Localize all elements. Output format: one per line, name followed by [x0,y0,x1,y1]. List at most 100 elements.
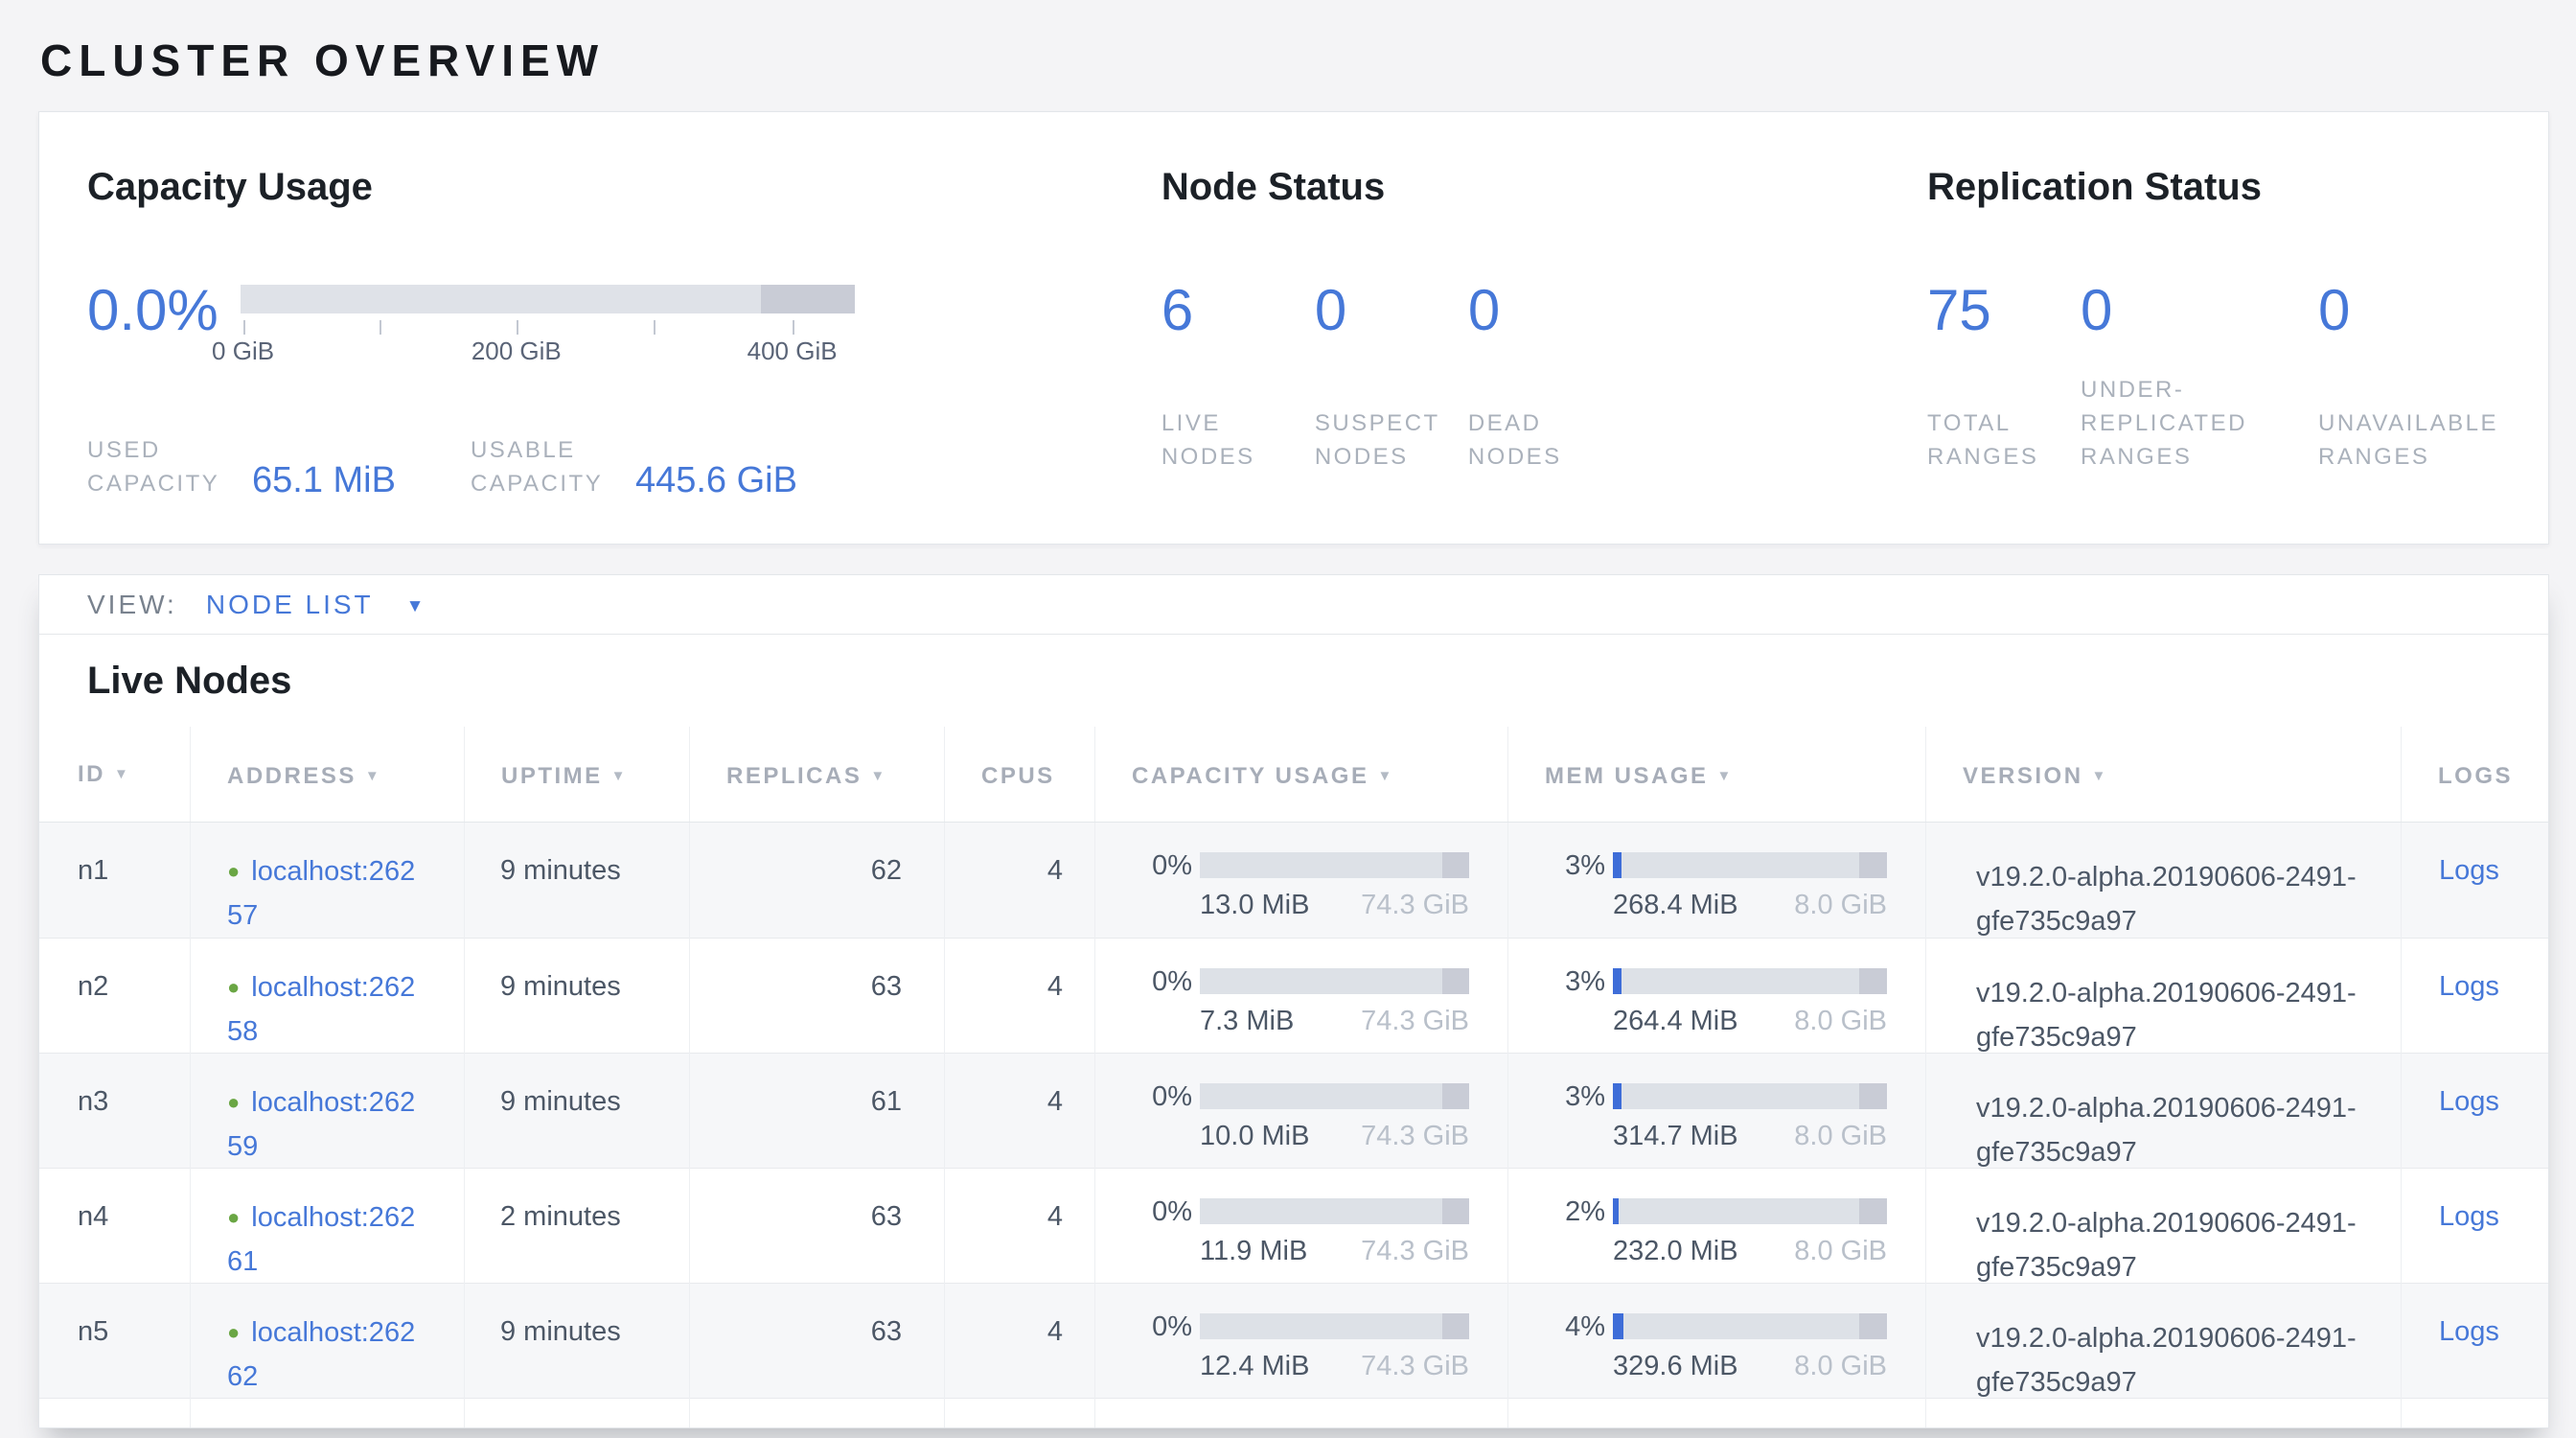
dead-nodes-label: DEAD NODES [1468,406,1612,474]
under-replicated-ranges-count: 0 [2081,281,2318,340]
column-header-id[interactable]: ID▼ [39,727,190,822]
usable-capacity-stat: USABLE CAPACITY 445.6 GiB [471,433,797,500]
logs-link[interactable]: Logs [2439,1316,2499,1347]
capacity-usage-section: Capacity Usage 0.0% 0 GiB200 GiB400 GiB … [87,166,1162,544]
node-id-cell: n4 [39,1169,190,1289]
unavailable-ranges-count: 0 [2318,281,2548,340]
node-id-cell: n3 [39,1054,190,1174]
mem-usage-cell: 3%314.7 MiB8.0 GiB [1507,1054,1925,1174]
unavailable-ranges-stat: 0 UNAVAILABLE RANGES [2318,281,2548,474]
usage-percent: 0% [1095,1080,1192,1113]
usage-total-value: 74.3 GiB [1361,1121,1469,1152]
usage-total-value: 8.0 GiB [1794,1351,1887,1382]
node-version-cell: v19.2.0-alpha.20190606-2491-gfe735c9a97 [1925,823,2401,943]
node-status-title: Node Status [1162,166,1927,208]
sort-arrow-icon: ▼ [1377,768,1393,784]
node-version-cell: v19.2.0-alpha.20190606-2491-gfe735c9a97 [1925,939,2401,1059]
node-replicas-cell: 62 [689,823,944,943]
usage-bar [1613,968,1887,994]
node-address-cell: ●localhost:26259 [190,1054,464,1174]
page-title: CLUSTER OVERVIEW [40,35,2538,86]
usage-total-value: 74.3 GiB [1361,890,1469,921]
node-logs-cell: Logs [2401,1169,2550,1289]
capacity-axis-ticks [241,313,855,336]
table-row: n4●localhost:262612 minutes6340%11.9 MiB… [39,1168,2548,1283]
table-row: n5●localhost:262629 minutes6340%12.4 MiB… [39,1283,2548,1398]
node-replicas-cell: 63 [689,1284,944,1404]
usage-percent: 3% [1508,965,1605,998]
usage-used-value: 12.4 MiB [1200,1351,1309,1382]
node-uptime-cell: 2 minutes [464,1169,689,1289]
node-address-cell: ●localhost:26261 [190,1169,464,1289]
column-header-uptime[interactable]: UPTIME▼ [464,727,689,822]
sort-arrow-icon: ▼ [365,768,381,784]
usage-bar [1613,852,1887,878]
unavailable-ranges-label: UNAVAILABLE RANGES [2318,406,2525,474]
node-address-link[interactable]: localhost:26262 [227,1317,415,1392]
suspect-nodes-stat: 0 SUSPECT NODES [1315,281,1468,474]
dead-nodes-stat: 0 DEAD NODES [1468,281,1622,474]
column-header-capacity-usage[interactable]: CAPACITY USAGE▼ [1094,727,1507,822]
column-header-replicas[interactable]: REPLICAS▼ [689,727,944,822]
column-header-mem-usage[interactable]: MEM USAGE▼ [1507,727,1925,822]
table-row: n2●localhost:262589 minutes6340%7.3 MiB7… [39,938,2548,1053]
usage-bar-reserved-segment [1859,1198,1887,1224]
usage-used-value: 7.3 MiB [1200,1006,1294,1037]
logs-link[interactable]: Logs [2439,855,2499,886]
usage-percent: 3% [1508,849,1605,882]
mem-usage-cell: 4%329.6 MiB8.0 GiB [1507,1284,1925,1404]
capacity-bar-area: 0 GiB200 GiB400 GiB [241,285,855,367]
logs-link[interactable]: Logs [2439,971,2499,1002]
usage-used-value: 10.0 MiB [1200,1121,1309,1152]
usage-bar-fill [1613,968,1622,994]
dead-nodes-count: 0 [1468,281,1622,340]
node-address-link[interactable]: localhost:26257 [227,856,415,931]
node-cpus-cell: 4 [944,939,1094,1059]
node-address-link[interactable]: localhost:26258 [227,972,415,1047]
capacity-usage-cell: 0% 10.0 MiB 74.3 GiB [1094,1054,1507,1174]
usage-percent: 0% [1095,1195,1192,1228]
usage-percent: 4% [1508,1310,1605,1343]
usage-percent: 2% [1508,1195,1605,1228]
node-live-status-icon: ● [227,1310,240,1355]
node-address-cell: ●localhost:26258 [190,939,464,1059]
axis-tick-label: 400 GiB [748,336,838,366]
node-uptime-cell: 9 minutes [464,1284,689,1404]
node-version-cell: v19.2.0-alpha.20190606-2491-gfe735c9a97 [1925,1169,2401,1289]
node-id-cell: n2 [39,939,190,1059]
partial-next-row [39,1398,2548,1427]
node-logs-cell: Logs [2401,823,2550,943]
capacity-usage-title: Capacity Usage [87,166,1162,208]
usage-bar-reserved-segment [1859,1313,1887,1339]
usage-bar [1613,1313,1887,1339]
used-capacity-label: USED CAPACITY [87,433,227,500]
usage-percent: 0% [1095,849,1192,882]
node-id-cell: n1 [39,823,190,943]
node-address-cell: ●localhost:26257 [190,823,464,943]
node-logs-cell: Logs [2401,1054,2550,1174]
capacity-bar [241,285,855,313]
suspect-nodes-label: SUSPECT NODES [1315,406,1459,474]
live-nodes-stat: 6 LIVE NODES [1162,281,1315,474]
capacity-axis-labels: 0 GiB200 GiB400 GiB [241,336,855,367]
node-cpus-cell: 4 [944,1169,1094,1289]
node-list-dropdown[interactable]: NODE LIST ▼ [206,590,425,620]
logs-link[interactable]: Logs [2439,1086,2499,1117]
column-header-version[interactable]: VERSION▼ [1925,727,2401,822]
node-address-link[interactable]: localhost:26259 [227,1087,415,1162]
mem-usage-cell: 3%268.4 MiB8.0 GiB [1507,823,1925,943]
node-version-cell: v19.2.0-alpha.20190606-2491-gfe735c9a97 [1925,1054,2401,1174]
node-address-link[interactable]: localhost:26261 [227,1202,415,1277]
node-status-section: Node Status 6 LIVE NODES 0 SUSPECT NODES… [1162,166,1927,544]
usage-used-value: 264.4 MiB [1613,1006,1738,1037]
column-header-address[interactable]: ADDRESS▼ [190,727,464,822]
usage-bar-fill [1613,1198,1619,1224]
capacity-usage-cell: 0%12.4 MiB74.3 GiB [1094,1284,1507,1404]
total-ranges-count: 75 [1927,281,2081,340]
live-nodes-count: 6 [1162,281,1315,340]
logs-link[interactable]: Logs [2439,1201,2499,1232]
usage-bar-reserved-segment [1442,1083,1469,1109]
sort-arrow-icon: ▼ [870,768,886,784]
summary-card: Capacity Usage 0.0% 0 GiB200 GiB400 GiB … [38,111,2549,545]
axis-tick-label: 0 GiB [212,336,274,366]
